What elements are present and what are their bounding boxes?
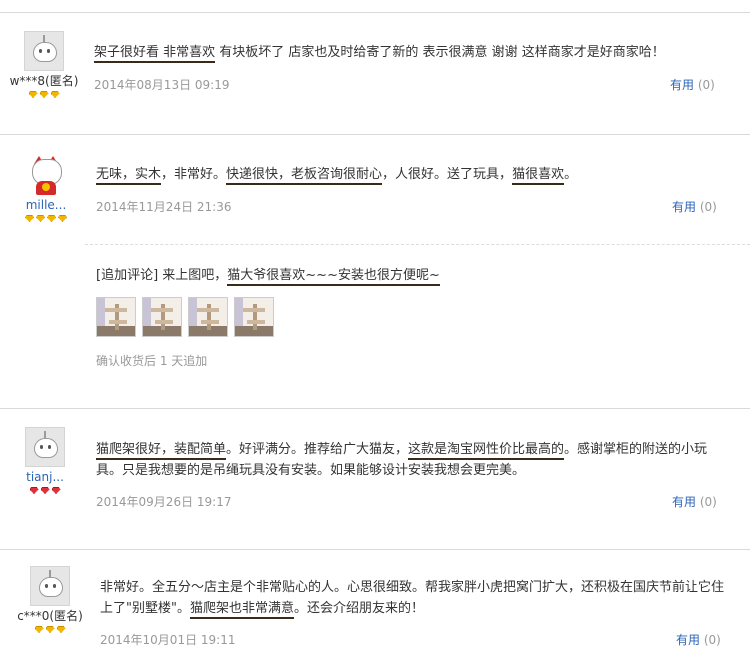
rating-gem-icon xyxy=(45,626,55,633)
rating-gem-icon xyxy=(47,215,56,222)
highlighted-phrase: 这款是淘宝网性价比最高的 xyxy=(408,442,565,460)
highlighted-phrase: 猫爬架也非常满意 xyxy=(189,601,294,619)
robot-avatar[interactable] xyxy=(25,427,65,467)
reviewer-info: tianj... xyxy=(5,427,85,497)
rating-gem-icon xyxy=(25,215,34,222)
text-segment: 。还会介绍朋友来的！ xyxy=(293,601,424,616)
review-date: 2014年11月24日 21:36 xyxy=(96,200,232,214)
photo-thumbnail[interactable] xyxy=(188,297,228,337)
rating-gem-icon xyxy=(56,626,66,633)
rating-gem-icon xyxy=(36,215,45,222)
followup-text: [追加评论] 来上图吧，猫大爷很喜欢~~~安装也很方便呢~ xyxy=(96,264,440,286)
highlighted-phrase: 猫爬架很好，装配简单 xyxy=(96,442,227,460)
review-text: 无味，实木，非常好。快递很快，老板咨询很耐心，人很好。送了玩具，猫很喜欢。 xyxy=(96,164,726,185)
useful-count: (0) xyxy=(703,633,721,647)
useful-button[interactable]: 有用 (0) xyxy=(672,493,717,510)
rating-gem-icon xyxy=(34,626,44,633)
useful-label[interactable]: 有用 xyxy=(676,633,700,647)
review-date: 2014年09月26日 19:17 xyxy=(96,495,232,509)
text-segment: 。 xyxy=(564,167,578,182)
rating-gem-icon xyxy=(40,487,50,494)
highlighted-phrase: 猫大爷很喜欢~~~安装也很方便呢~ xyxy=(227,268,440,286)
rating-gem-icon xyxy=(28,91,38,98)
robot-avatar[interactable] xyxy=(30,566,70,606)
divider xyxy=(0,408,750,409)
robot-avatar[interactable] xyxy=(24,31,64,71)
rating-gem-icon xyxy=(50,91,60,98)
review-text: 猫爬架很好，装配简单。好评满分。推荐给广大猫友，这款是淘宝网性价比最高的。感谢掌… xyxy=(96,439,732,481)
photo-thumbnail[interactable] xyxy=(96,297,136,337)
useful-label[interactable]: 有用 xyxy=(670,78,694,92)
useful-button[interactable]: 有用 (0) xyxy=(672,198,717,215)
dashed-divider xyxy=(85,244,750,245)
divider xyxy=(0,12,750,13)
photo-thumbnail[interactable] xyxy=(234,297,274,337)
reviewer-info: mille... xyxy=(6,155,86,225)
useful-button[interactable]: 有用 (0) xyxy=(676,631,721,648)
review-text: 非常好。全五分～店主是个非常贴心的人。心思很细致。帮我家胖小虎把窝门扩大，还积极… xyxy=(100,577,736,619)
useful-count: (0) xyxy=(699,200,717,214)
highlighted-phrase: 快递很快，老板咨询很耐心 xyxy=(226,167,383,185)
followup-photos xyxy=(96,297,280,337)
rating-gem-icon xyxy=(51,487,61,494)
rating-gem-icon xyxy=(58,215,67,222)
review-date: 2014年10月01日 19:11 xyxy=(100,633,236,647)
useful-count: (0) xyxy=(699,495,717,509)
text-segment: [追加评论] 来上图吧， xyxy=(96,268,228,283)
photo-thumbnail[interactable] xyxy=(142,297,182,337)
rating-gem-icon xyxy=(29,487,39,494)
review-text: 架子很好看 非常喜欢 有块板坏了 店家也及时给寄了新的 表示很满意 谢谢 这样商… xyxy=(94,42,734,63)
reviewer-name[interactable]: mille... xyxy=(6,197,86,213)
reviewer-name: w***8(匿名) xyxy=(9,74,79,88)
reviewer-name: c***0(匿名) xyxy=(17,609,83,623)
reviewer-name[interactable]: tianj... xyxy=(5,469,85,485)
highlighted-phrase: 无味，实木 xyxy=(96,167,162,185)
rating-gems xyxy=(10,626,90,636)
highlighted-phrase: 架子很好看 非常喜欢 xyxy=(94,45,216,63)
lucky-cat-avatar[interactable] xyxy=(26,155,66,195)
reviewer-info: c***0(匿名) xyxy=(10,566,90,636)
highlighted-phrase: 猫很喜欢 xyxy=(512,167,565,185)
text-segment: ，人很好。送了玩具， xyxy=(382,167,513,182)
review-date: 2014年08月13日 09:19 xyxy=(94,78,230,92)
rating-gems xyxy=(5,487,85,497)
text-segment: 。好评满分。推荐给广大猫友， xyxy=(226,442,409,457)
rating-gems xyxy=(4,91,84,101)
reviewer-info: w***8(匿名) xyxy=(4,31,84,101)
rating-gem-icon xyxy=(39,91,49,98)
divider xyxy=(0,134,750,135)
useful-count: (0) xyxy=(697,78,715,92)
useful-label[interactable]: 有用 xyxy=(672,495,696,509)
text-segment: 有块板坏了 店家也及时给寄了新的 表示很满意 谢谢 这样商家才是好商家哈！ xyxy=(215,45,665,60)
useful-button[interactable]: 有用 (0) xyxy=(670,76,715,93)
text-segment: ，非常好。 xyxy=(161,167,227,182)
followup-note: 确认收货后 1 天追加 xyxy=(96,354,208,368)
rating-gems xyxy=(6,215,86,225)
divider xyxy=(0,549,750,550)
useful-label[interactable]: 有用 xyxy=(672,200,696,214)
